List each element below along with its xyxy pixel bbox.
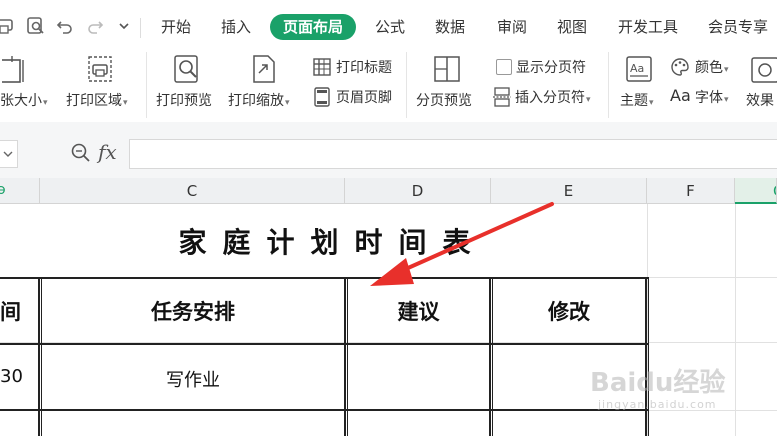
- red-arrow-annotation: [370, 202, 554, 286]
- insert-page-break-label: 插入分页符▾: [515, 90, 591, 106]
- theme-button[interactable]: Aa 主题▾: [618, 52, 664, 118]
- table-border: [648, 277, 649, 436]
- print-scale-button[interactable]: 打印缩放▾: [228, 52, 302, 118]
- table-border: [489, 277, 491, 436]
- ribbon-separator: [406, 52, 407, 118]
- ribbon-tab-bar: 开始 插入 页面布局 公式 数据 审阅 视图 开发工具 会员专享: [0, 0, 777, 52]
- show-page-breaks-label: 显示分页符: [516, 60, 586, 76]
- tab-insert[interactable]: 插入: [212, 14, 260, 40]
- tab-review[interactable]: 审阅: [488, 14, 536, 40]
- palette-icon: [671, 58, 689, 76]
- table-border: [38, 277, 40, 436]
- table-border: [0, 409, 648, 411]
- header-footer-button[interactable]: 页眉页脚: [312, 86, 400, 110]
- chevron-down-icon: [3, 151, 13, 157]
- ribbon-separator: [608, 52, 609, 118]
- page-break-preview-icon: [434, 56, 460, 82]
- tab-view[interactable]: 视图: [548, 14, 596, 40]
- print-icon[interactable]: [0, 16, 16, 36]
- fonts-button[interactable]: Aa 字体▾: [670, 86, 740, 110]
- baidu-watermark-url: jingyan.baidu.com: [598, 398, 717, 411]
- tab-formulas[interactable]: 公式: [366, 14, 414, 40]
- show-page-breaks-checkbox[interactable]: 显示分页符: [494, 56, 596, 80]
- paper-size-icon: [2, 56, 24, 83]
- name-box[interactable]: [0, 140, 18, 168]
- fonts-label: 字体▾: [695, 90, 729, 106]
- grid-line: [735, 204, 736, 436]
- table-header-cell-modify[interactable]: 修改: [493, 296, 645, 326]
- print-area-icon: [88, 56, 112, 82]
- print-preview-label: 打印预览: [156, 93, 212, 109]
- tab-developer[interactable]: 开发工具: [612, 14, 684, 40]
- checkbox-icon: [496, 59, 512, 75]
- effects-button[interactable]: 效果: [746, 52, 777, 118]
- print-preview-button[interactable]: 打印预览: [156, 52, 220, 118]
- insert-page-break-button[interactable]: 插入分页符▾: [492, 86, 602, 110]
- print-preview-quick-icon[interactable]: [26, 16, 46, 36]
- column-header-c[interactable]: C: [40, 178, 345, 204]
- column-header-b[interactable]: ə: [0, 178, 40, 204]
- table-border: [344, 277, 346, 436]
- quick-access-dropdown-icon[interactable]: [118, 16, 130, 36]
- theme-label: 主题▾: [620, 93, 654, 109]
- table-border: [0, 343, 648, 345]
- effects-label: 效果: [746, 93, 774, 109]
- header-footer-label: 页眉页脚: [336, 90, 392, 106]
- theme-icon: Aa: [626, 56, 652, 82]
- column-header-g[interactable]: G: [735, 178, 777, 204]
- redo-icon[interactable]: [86, 16, 104, 36]
- paper-size-label: 张大小▾: [0, 93, 48, 109]
- print-scale-label: 打印缩放▾: [228, 93, 290, 109]
- column-header-f[interactable]: F: [647, 178, 735, 204]
- paper-size-button[interactable]: 张大小▾: [0, 52, 48, 118]
- insert-page-break-icon: [493, 87, 511, 107]
- baidu-watermark: Baidu经验: [590, 368, 726, 398]
- print-scale-icon: [253, 55, 275, 83]
- table-header-cell-suggestion[interactable]: 建议: [348, 296, 489, 326]
- tab-data[interactable]: 数据: [426, 14, 474, 40]
- zoom-formula-icon[interactable]: [70, 142, 92, 164]
- table-header-cell-time[interactable]: 间: [0, 296, 38, 326]
- svg-text:Aa: Aa: [630, 62, 644, 75]
- table-border: [645, 277, 647, 436]
- tab-home[interactable]: 开始: [152, 14, 200, 40]
- header-footer-icon: [314, 87, 330, 107]
- magnifier-page-icon: [174, 55, 198, 83]
- table-header-cell-task[interactable]: 任务安排: [42, 296, 344, 326]
- fonts-icon: Aa: [670, 86, 691, 105]
- table-cell-time[interactable]: 30: [0, 366, 38, 387]
- page-break-preview-button[interactable]: 分页预览: [416, 52, 480, 118]
- tab-separator: [140, 18, 141, 38]
- print-titles-label: 打印标题: [336, 60, 392, 76]
- tab-member[interactable]: 会员专享: [700, 14, 777, 40]
- undo-icon[interactable]: [56, 16, 74, 36]
- print-area-label: 打印区域▾: [66, 93, 128, 109]
- colors-label: 颜色▾: [695, 60, 729, 76]
- ribbon-separator: [146, 52, 147, 118]
- print-titles-icon: [313, 58, 331, 76]
- colors-button[interactable]: 颜色▾: [670, 56, 740, 80]
- effects-icon: [751, 57, 777, 83]
- print-area-button[interactable]: 打印区域▾: [62, 52, 142, 118]
- formula-bar: fx: [0, 122, 777, 178]
- formula-input[interactable]: [129, 139, 777, 169]
- insert-function-icon[interactable]: fx: [98, 140, 117, 164]
- page-break-preview-label: 分页预览: [416, 93, 472, 109]
- ribbon-page-layout: 张大小▾ 打印区域▾ 打印预览 打印缩放▾ 打印标题 页眉页脚 分页预览 显示分…: [0, 52, 777, 120]
- print-titles-button[interactable]: 打印标题: [312, 56, 400, 80]
- table-cell-task[interactable]: 写作业: [42, 366, 344, 392]
- tab-page-layout[interactable]: 页面布局: [270, 14, 356, 40]
